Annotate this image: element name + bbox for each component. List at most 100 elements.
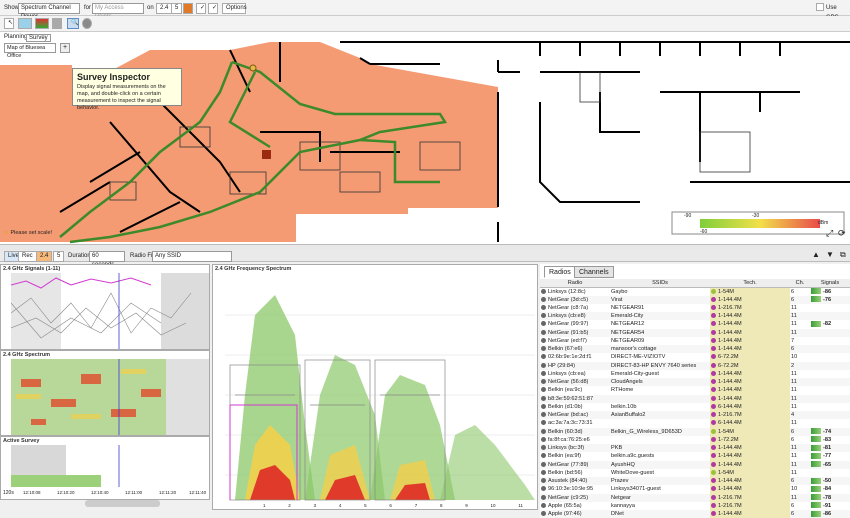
table-row[interactable]: NetGear (91:b5) NETGEAR54 1-144.4M 11 [540,328,850,337]
table-row[interactable]: NetGear (77:89) AyushHQ 1-144.4M 11 -65 [540,460,850,469]
tech-cell: 1-144.4M [710,452,790,461]
ruler-icon[interactable] [52,18,62,29]
table-row[interactable]: Belkin (ea:9c) RTHome 1-144.4M 11 [540,386,850,395]
radio-status-icon [541,453,546,459]
tech-value: 1-144.4M [718,486,742,493]
tab-channels[interactable]: Channels [574,266,614,278]
check-icon[interactable]: ✓ [196,3,206,14]
rec-button[interactable]: Rec [18,251,37,262]
column-header[interactable]: Signals [810,279,850,288]
tech-cell: 1-144.4M [710,336,790,345]
tech-value: 1-144.4M [718,445,742,452]
signal-cell [810,403,850,411]
show-select[interactable]: Spectrum Channel Power [18,3,80,20]
table-row[interactable]: fa:8f:ca:76:25:e6 1-72.2M 6 -83 [540,435,850,444]
band-24-toggle[interactable]: 2.4 [36,251,53,262]
tab-radios[interactable]: Radios [544,266,576,278]
column-header[interactable]: Ch. [790,279,810,288]
table-row[interactable]: Belkin (67:e6) mansoor's cottage 1-144.4M 6 [540,345,850,354]
band-24-button[interactable]: 2.4 [156,3,173,14]
table-row[interactable]: NetGear (56:d8) CloudAngels 1-144.4M 11 [540,378,850,387]
tech-cell: 1-144.4M [710,485,790,494]
table-row[interactable]: Apple (65:5a) kannayya 1-216.7M 6 -91 [540,501,850,510]
timeline-scrollbar[interactable] [85,500,160,507]
table-row[interactable]: Linksys (cb:ea) Emerald-City-guest 1-144.4… [540,369,850,378]
table-row[interactable]: b8:3e:59:62:51:87 1-144.4M 11 [540,394,850,403]
apply-icon[interactable]: ✓ [208,3,218,14]
band-5-toggle[interactable]: 5 [53,251,65,262]
signal-bar-icon [811,444,821,451]
column-header[interactable]: Radio [540,279,610,288]
table-row[interactable]: NetGear (99:97) NETGEAR12 1-144.4M 11 -82 [540,320,850,329]
collapse-down-icon[interactable]: ▼ [826,250,834,259]
tech-value: 1-144.4M [718,346,742,353]
radio-status-icon [541,502,546,508]
radio-cell: fa:8f:ca:76:25:e6 [540,436,610,444]
signal-cell [810,419,850,427]
signal-cell [810,312,850,321]
band-5-button[interactable]: 5 [171,3,183,14]
rotate-icon[interactable]: ⟳ [838,228,846,239]
table-row[interactable]: Apple (97:46) DNet 1-144.4M 6 -86 [540,510,850,518]
ssid-cell [610,394,710,403]
tech-cell: 1-144.4M [710,295,790,304]
table-row[interactable]: 96:10:3e:10:9e:95 Linksys34071-guest 1-144… [540,485,850,494]
column-header[interactable]: SSIDs [610,279,710,288]
table-row[interactable]: Asustek (84:40) Prazev 1-144.4M 6 -50 [540,477,850,486]
survey-point[interactable] [249,64,257,72]
table-row[interactable]: Belkin (bd:56) WhiteDove-guest 1-54M 11 [540,468,850,477]
table-row[interactable]: ac:3a:7a:3c:73:31 6-144.4M 11 [540,419,850,428]
signal-cell [810,337,850,345]
table-row[interactable]: NetGear (ed:f7) NETGEAR09 1-144.4M 7 [540,336,850,345]
table-row[interactable]: NetGear (3d:c5) Virat 1-144.4M 6 -76 [540,295,850,304]
table-row[interactable]: Belkin (ea:9f) belkin.a9c.guests 1-144.4M 1… [540,452,850,461]
signal-cell: -91 [810,502,850,510]
radio-status-icon [541,387,546,393]
table-row[interactable]: NetGear (c9:25) Netgear 1-216.7M 11 -78 [540,493,850,502]
tech-badge-icon [711,469,716,475]
color-icon[interactable] [183,3,193,14]
table-row[interactable]: HP (29:84) DIRECT-83-HP ENVY 7640 series 6… [540,361,850,370]
floor-map[interactable]: Planning Survey Map of Bluesea Office + [0,32,850,244]
popout-icon[interactable]: ⧉ [840,250,846,260]
layers-icon[interactable] [18,18,32,29]
radios-table: Radio SSIDs Tech. Ch. Signals Linksys (1… [540,279,850,518]
globe-icon[interactable] [82,18,92,29]
collapse-up-icon[interactable]: ▲ [812,250,820,259]
table-row[interactable]: Belkin (d1:0b) belkin.10b 6-144.4M 11 [540,402,850,411]
table-row[interactable]: 02:6b:9e:1e:2d:f1 DIRECT-ME-VIZIOTV 6-72.2… [540,353,850,362]
channel-cell: 11 [791,304,797,311]
tech-value: 1-54M [718,469,734,476]
table-row[interactable]: Linksys (cb:e8) Emerald-City 1-144.4M 11 [540,312,850,321]
use-gps-checkbox[interactable] [816,3,824,11]
duration-select[interactable]: 60 seconds [89,251,125,268]
for-select[interactable]: My Access Points [92,3,144,20]
signal-cell [810,361,850,370]
column-header[interactable]: Tech. [710,279,790,288]
table-row[interactable]: Belkin (60:3d) Belkin_G_Wireless_9D653D 1-… [540,427,850,436]
table-row[interactable]: Linksys (bc:3f) PKB 1-144.4M 11 -81 [540,444,850,453]
pointer-icon[interactable]: ↖ [4,18,14,29]
table-row[interactable]: NetGear (c8:7a) NETGEAR91 1-216.7M 11 [540,303,850,312]
radio-filter-select[interactable]: Any SSID [152,251,232,262]
tech-badge-icon [711,445,716,451]
zoom-fit-icon[interactable]: ⤢ [826,228,833,239]
survey-inspector-icon[interactable]: 🔍 [67,18,79,29]
radio-status-icon [541,362,546,368]
tech-badge-icon [711,412,716,418]
radio-name: ac:3a:7a:3c:73:31 [548,420,593,427]
tech-value: 1-144.4M [718,329,742,336]
signals-panel: 2.4 GHz Signals (1-11) [0,264,210,350]
options-button[interactable]: Options [222,3,247,14]
table-header-row: Radio SSIDs Tech. Ch. Signals [540,279,850,288]
tech-badge-icon [711,494,716,500]
channel-cell: 4 [790,411,810,420]
table-row[interactable]: Linksys (12:8c) Gaybo 1-54M 6 -86 [540,287,850,296]
radio-cell: Belkin (60:3d) [540,427,610,436]
table-row[interactable]: NetGear (bd:ac) AsianBuffalo2 1-216.7M 4 [540,411,850,420]
ssid-cell: Prazev [610,477,710,486]
heatmap-icon[interactable] [35,18,49,29]
ap-marker[interactable] [262,150,271,159]
radio-cell: Linksys (cb:e8) [540,312,610,321]
tech-value: 1-144.4M [718,379,742,386]
